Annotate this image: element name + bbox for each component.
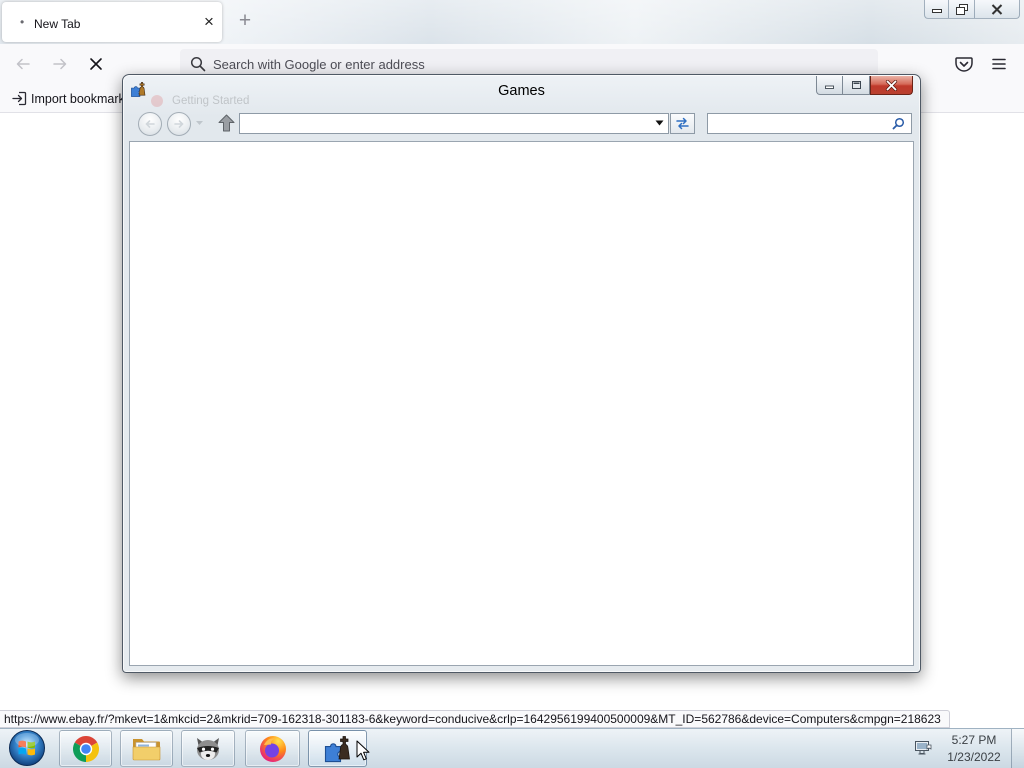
chevron-down-icon[interactable]	[655, 120, 664, 126]
taskbar-app-chrome[interactable]	[59, 730, 112, 767]
explorer-search-input[interactable]	[712, 114, 888, 133]
windows-start-orb-icon[interactable]	[8, 729, 46, 767]
forward-button[interactable]	[48, 52, 72, 76]
tab-strip: • New Tab × +	[0, 0, 1024, 44]
games-icon	[324, 735, 350, 762]
window-title: Games	[498, 83, 545, 99]
taskbar: 5:27 PM 1/23/2022	[0, 728, 1024, 768]
explorer-address-bar[interactable]	[239, 113, 669, 134]
import-bookmarks-label: Import bookmark	[31, 92, 125, 106]
browser-close-button[interactable]	[975, 0, 1020, 19]
back-arrow-icon	[16, 58, 30, 70]
refresh-icon	[676, 117, 689, 130]
window-maximize-button[interactable]	[843, 76, 870, 95]
explorer-content-pane[interactable]	[129, 141, 914, 666]
tab-close-button[interactable]: ×	[199, 12, 219, 32]
browser-restore-button[interactable]	[949, 0, 975, 19]
explorer-forward-button[interactable]	[167, 112, 191, 136]
explorer-refresh-button[interactable]	[670, 113, 695, 134]
raccoon-icon	[197, 737, 219, 760]
search-icon	[190, 56, 206, 72]
up-folder-icon[interactable]	[218, 114, 235, 132]
window-close-button[interactable]	[870, 76, 913, 95]
action-center-icon[interactable]	[914, 740, 932, 756]
taskbar-app-explorer[interactable]	[120, 730, 173, 767]
forward-arrow-icon	[53, 58, 67, 70]
tab-loading-dot: •	[20, 15, 25, 29]
windows-explorer-icon	[132, 738, 160, 760]
show-desktop-button[interactable]	[1011, 729, 1024, 768]
address-input[interactable]	[213, 54, 853, 74]
recent-pages-dropdown-icon[interactable]	[195, 120, 204, 126]
clock-time: 5:27 PM	[951, 733, 997, 747]
close-icon	[991, 3, 1003, 15]
explorer-address-input[interactable]	[244, 114, 649, 133]
close-icon	[885, 79, 898, 91]
taskbar-app-firefox[interactable]	[245, 730, 300, 767]
minimize-icon	[931, 9, 942, 13]
status-panel: https://www.ebay.fr/?mkevt=1&mkcid=2&mkr…	[0, 710, 950, 728]
chrome-icon	[72, 735, 99, 762]
tab-label: New Tab	[34, 17, 81, 31]
hamburger-menu-icon[interactable]	[987, 52, 1011, 76]
new-tab-button[interactable]: +	[234, 9, 256, 33]
window-minimize-button[interactable]	[816, 76, 843, 95]
explorer-back-button[interactable]	[138, 112, 162, 136]
stop-icon	[90, 58, 102, 70]
tab-new-tab[interactable]: • New Tab ×	[2, 2, 222, 42]
status-url: https://www.ebay.fr/?mkevt=1&mkcid=2&mkr…	[4, 712, 941, 726]
system-clock[interactable]: 5:27 PM 1/23/2022	[944, 732, 1004, 766]
mouse-cursor-icon	[356, 740, 370, 761]
import-icon	[12, 91, 27, 106]
stop-loading-button[interactable]	[84, 52, 108, 76]
restore-icon	[955, 3, 968, 15]
back-button[interactable]	[11, 52, 35, 76]
back-arrow-icon	[145, 120, 155, 128]
explorer-search-box[interactable]	[707, 113, 912, 134]
search-icon[interactable]	[892, 117, 905, 130]
taskbar-app-raccoon[interactable]	[181, 730, 235, 767]
pocket-icon[interactable]	[952, 52, 976, 76]
clock-date: 1/23/2022	[947, 750, 1001, 764]
firefox-icon	[259, 735, 286, 762]
minimize-icon	[825, 85, 834, 89]
maximize-icon	[851, 81, 861, 89]
forward-arrow-icon	[174, 120, 184, 128]
games-explorer-window: Getting Started Games	[122, 74, 921, 673]
browser-minimize-button[interactable]	[924, 0, 949, 19]
